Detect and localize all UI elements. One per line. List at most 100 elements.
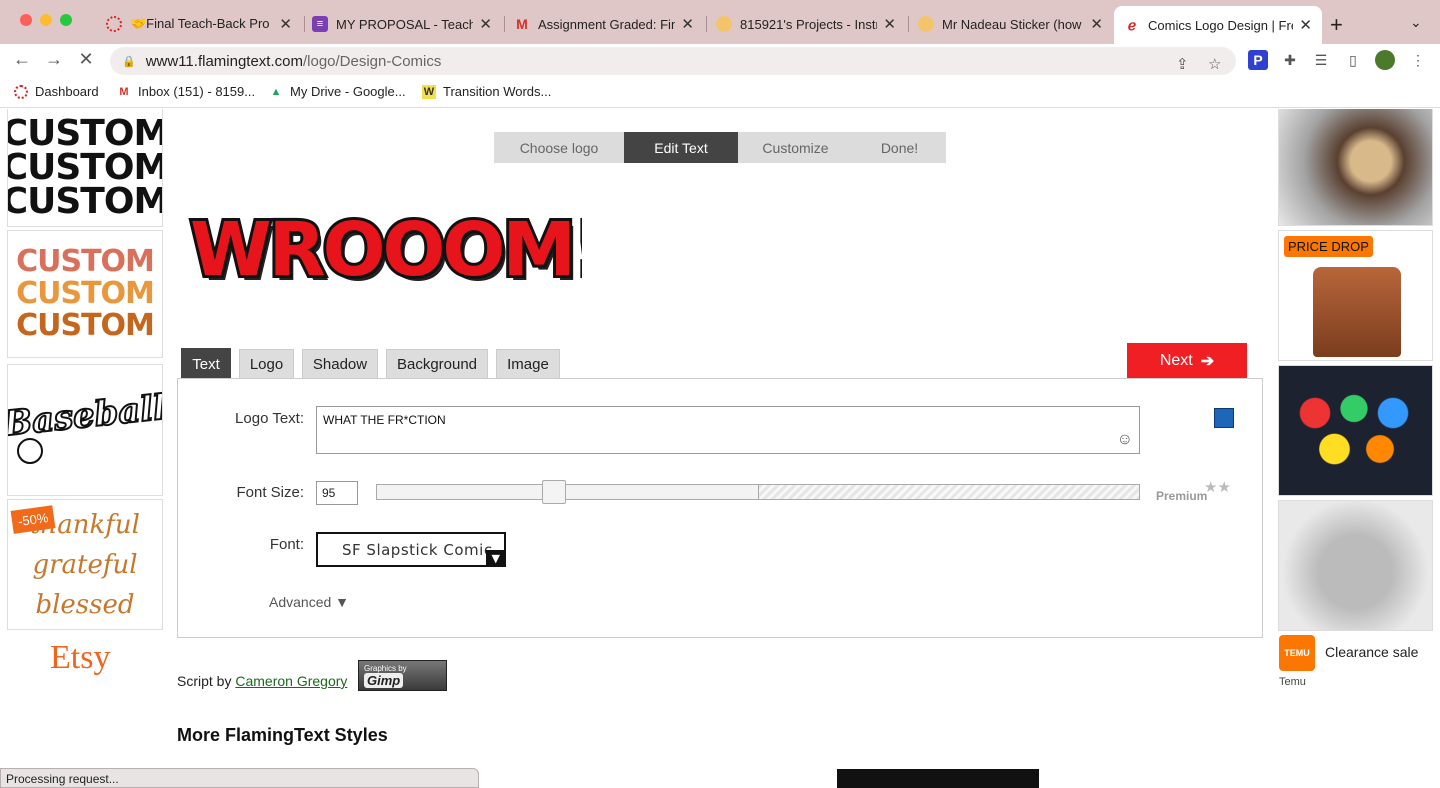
maximize-window-button[interactable]: [60, 14, 72, 26]
tab-label: 815921's Projects - Instru: [740, 16, 878, 32]
media-queue-icon[interactable]: ☰: [1311, 50, 1331, 70]
mushroom-image: [1289, 386, 1419, 476]
temu-logo[interactable]: TEMU: [1279, 635, 1315, 671]
close-tab-icon[interactable]: ✕: [1090, 15, 1103, 33]
advanced-toggle[interactable]: Advanced ▼: [269, 594, 349, 610]
step-done[interactable]: Done!: [853, 132, 946, 163]
ad-charms-product[interactable]: [1278, 500, 1433, 631]
ad-text: Baseball: [7, 387, 163, 446]
tab-label: 🤝Final Teach-Back Pro: [130, 16, 270, 31]
url-text: www11.flamingtext.com/logo/Design-Comics: [146, 53, 442, 70]
stop-loading-icon[interactable]: ✕: [74, 49, 98, 70]
ad-ring-product[interactable]: [1278, 109, 1433, 226]
share-icon[interactable]: ⇪: [1176, 55, 1189, 73]
script-credit: Script by Cameron Gregory: [177, 673, 347, 689]
tab-search-chevron-icon[interactable]: ⌄: [1410, 14, 1422, 31]
step-choose-logo[interactable]: Choose logo: [494, 132, 624, 163]
browser-tab-assignment[interactable]: M Assignment Graded: Fina ✕: [504, 8, 704, 40]
target-icon: [106, 16, 122, 32]
tab-background[interactable]: Background: [386, 349, 488, 379]
script-by-text: Script by: [177, 673, 232, 689]
profile-avatar[interactable]: [1375, 50, 1395, 70]
next-button[interactable]: Next ➔: [1127, 343, 1247, 378]
tab-logo[interactable]: Logo: [239, 349, 294, 379]
bookmarks-bar: Dashboard M Inbox (151) - 8159... ▲ My D…: [0, 78, 1440, 108]
ad-baseball[interactable]: Baseball: [7, 364, 163, 496]
browser-tab-projects[interactable]: 815921's Projects - Instru ✕: [706, 8, 906, 40]
close-tab-icon[interactable]: ✕: [681, 15, 694, 33]
new-tab-button[interactable]: +: [1330, 12, 1343, 38]
browser-tab-teach-back[interactable]: 🤝Final Teach-Back Pro ✕: [96, 8, 302, 40]
logo-text-label: Logo Text:: [235, 410, 304, 427]
ad-bag-product[interactable]: PRICE DROP: [1278, 230, 1433, 361]
close-window-button[interactable]: [20, 14, 32, 26]
bookmark-star-icon[interactable]: ☆: [1208, 55, 1221, 73]
author-link[interactable]: Cameron Gregory: [235, 673, 347, 689]
browser-tab-comics-logo[interactable]: ℯ Comics Logo Design | Fre ✕: [1114, 6, 1322, 44]
google-drive-icon: ▲: [270, 85, 282, 98]
bag-image: [1313, 267, 1401, 357]
temu-brand-text: Temu: [1279, 676, 1306, 688]
tab-image[interactable]: Image: [496, 349, 560, 379]
puzzle-extensions-icon[interactable]: ✚: [1280, 50, 1300, 70]
etsy-logo[interactable]: Etsy: [50, 639, 110, 677]
gimp-badge[interactable]: Graphics by Gimp: [358, 660, 447, 691]
browser-tab-strip: 🤝Final Teach-Back Pro ✕ ≡ MY PROPOSAL - …: [0, 0, 1440, 44]
emoji-icon[interactable]: ☺: [1117, 431, 1133, 449]
bookmark-dashboard[interactable]: Dashboard: [14, 84, 99, 99]
close-tab-icon[interactable]: ✕: [479, 15, 492, 33]
tab-text[interactable]: Text: [181, 348, 231, 379]
style-thumbnail[interactable]: [837, 769, 1039, 788]
ad-custom-black[interactable]: CUSTOM CUSTOM CUSTOM: [7, 109, 163, 227]
browser-tab-proposal[interactable]: ≡ MY PROPOSAL - Teach-B ✕: [302, 8, 502, 40]
minimize-window-button[interactable]: [40, 14, 52, 26]
close-tab-icon[interactable]: ✕: [1299, 16, 1312, 34]
close-tab-icon[interactable]: ✕: [279, 15, 292, 33]
arrow-right-icon: ➔: [1200, 352, 1215, 370]
bookmark-transition-words[interactable]: W Transition Words...: [422, 84, 551, 99]
close-tab-icon[interactable]: ✕: [883, 15, 896, 33]
logo-text-value: WHAT THE FR*CTION: [323, 413, 446, 427]
ad-mushroom-lights[interactable]: [1278, 365, 1433, 496]
logo-text-input[interactable]: WHAT THE FR*CTION ☺: [316, 406, 1140, 454]
step-customize[interactable]: Customize: [738, 132, 853, 163]
tab-label: Assignment Graded: Fina: [538, 16, 676, 32]
ad-custom-retro[interactable]: CUSTOM CUSTOM CUSTOM: [7, 230, 163, 358]
gimp-small-text: Graphics by: [364, 664, 407, 673]
side-panel-icon[interactable]: ▯: [1343, 50, 1363, 70]
font-select[interactable]: SF Slapstick Comic ▼: [316, 532, 506, 567]
premium-label: Premium: [1156, 489, 1208, 503]
logo-text: WROOOM!: [190, 207, 582, 293]
browser-toolbar: ← → ✕ 🔒 www11.flamingtext.com/logo/Desig…: [0, 44, 1440, 78]
step-edit-text[interactable]: Edit Text: [624, 132, 738, 163]
back-arrow-icon[interactable]: ←: [10, 49, 34, 70]
premium-slider-range: [758, 485, 1139, 499]
ad-text: grateful: [32, 549, 138, 580]
ad-text: CUSTOM: [16, 276, 155, 311]
lock-icon: 🔒: [122, 55, 136, 68]
ad-thankful[interactable]: -50% thankful grateful blessed: [7, 499, 163, 630]
bookmark-inbox[interactable]: M Inbox (151) - 8159...: [117, 84, 255, 99]
font-size-label: Font Size:: [236, 484, 304, 501]
clearance-sale-text[interactable]: Clearance sale: [1325, 644, 1418, 660]
ad-text: CUSTOM: [16, 308, 155, 343]
forward-arrow-icon[interactable]: →: [42, 49, 66, 70]
url-host: www11.flamingtext.com: [145, 52, 303, 70]
extension-icon[interactable]: P: [1248, 50, 1268, 70]
premium-stars-icon: ★★: [1204, 479, 1231, 496]
address-bar[interactable]: 🔒 www11.flamingtext.com/logo/Design-Comi…: [110, 47, 1236, 75]
font-size-input[interactable]: 95: [316, 481, 358, 505]
video-help-icon[interactable]: [1214, 408, 1234, 428]
w-logo-icon: W: [422, 84, 436, 99]
browser-tab-sticker[interactable]: Mr Nadeau Sticker (how ✕: [908, 8, 1113, 40]
kebab-menu-icon[interactable]: ⋮: [1408, 50, 1428, 70]
tab-label: Mr Nadeau Sticker (how: [942, 16, 1082, 32]
dropdown-arrow-icon[interactable]: ▼: [486, 550, 506, 567]
bookmark-my-drive[interactable]: ▲ My Drive - Google...: [269, 84, 406, 99]
tab-shadow[interactable]: Shadow: [302, 349, 378, 379]
wizard-steps: Choose logo Edit Text Customize Done!: [494, 132, 946, 163]
bookmark-label: Dashboard: [35, 84, 99, 99]
font-select-value: SF Slapstick Comic: [342, 540, 493, 559]
font-size-slider-handle[interactable]: [542, 480, 566, 504]
font-size-slider[interactable]: [376, 484, 1140, 500]
